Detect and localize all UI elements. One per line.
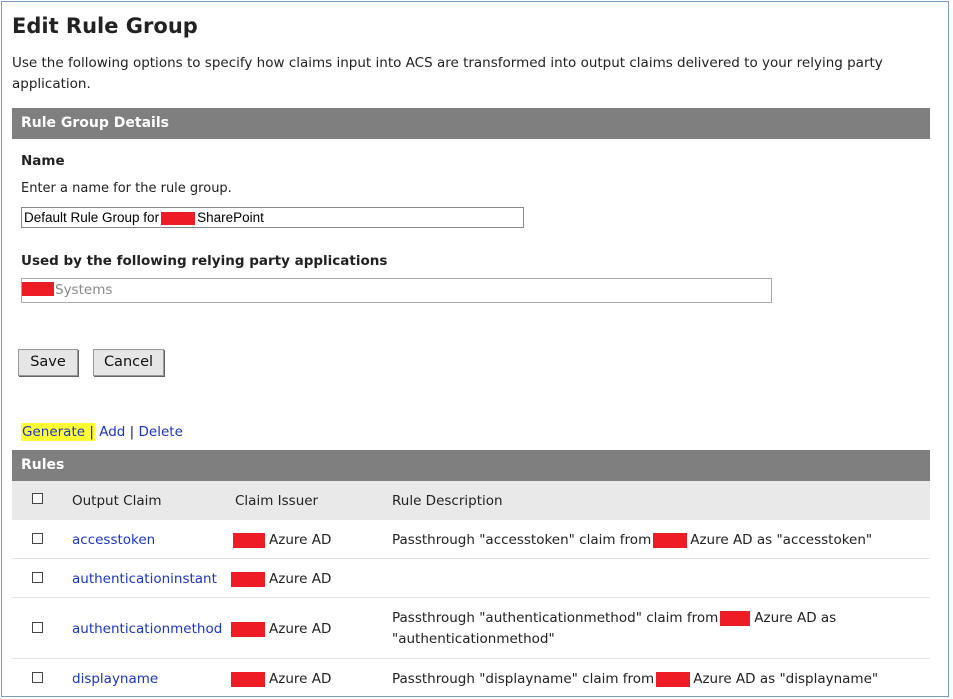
select-all-checkbox[interactable] xyxy=(32,493,43,504)
rule-actions: Generate | Add | Delete xyxy=(21,423,183,441)
cancel-button[interactable]: Cancel xyxy=(93,349,164,376)
name-hint: Enter a name for the rule group. xyxy=(21,181,232,196)
separator: | xyxy=(89,424,94,440)
issuer-text: Azure AD xyxy=(269,532,332,548)
desc-text: Azure AD as "accesstoken" xyxy=(690,532,873,548)
desc-text: Passthrough "accesstoken" claim from xyxy=(392,532,652,548)
page-intro: Use the following options to specify how… xyxy=(12,55,883,92)
table-row: authenticationmethod Azure AD Passthroug… xyxy=(12,598,930,659)
issuer-text: Azure AD xyxy=(269,571,332,587)
add-link[interactable]: Add xyxy=(99,424,125,440)
table-row: displayname Azure AD Passthrough "displa… xyxy=(12,659,930,696)
row-checkbox[interactable] xyxy=(32,572,43,583)
save-button[interactable]: Save xyxy=(18,349,78,376)
output-claim-link[interactable]: authenticationmethod xyxy=(72,621,222,637)
redacted-block xyxy=(720,610,751,626)
desc-text: Azure AD as "displayname" xyxy=(693,671,879,687)
output-claim-link[interactable]: authenticationinstant xyxy=(72,571,217,587)
claim-issuer: Azure AD xyxy=(231,671,331,687)
generate-link[interactable]: Generate xyxy=(22,424,85,440)
claim-issuer: Azure AD xyxy=(233,532,331,548)
delete-link[interactable]: Delete xyxy=(139,424,183,440)
redacted-block xyxy=(656,671,691,687)
rules-header: Rules xyxy=(12,450,930,481)
rules-table-header: Output Claim Claim Issuer Rule Descripti… xyxy=(12,481,930,520)
rule-group-name-input[interactable]: Default Rule Group for SharePoint xyxy=(21,207,524,228)
page-title: Edit Rule Group xyxy=(12,14,198,38)
redacted-block xyxy=(161,211,196,225)
rule-description: Passthrough "authenticationmethod" claim… xyxy=(392,608,836,650)
output-claim-link[interactable]: displayname xyxy=(72,671,158,687)
claim-issuer: Azure AD xyxy=(231,571,331,587)
rule-description: Passthrough "displayname" claim from Azur… xyxy=(392,671,878,687)
separator: | xyxy=(129,424,135,440)
desc-text-line2: "authenticationmethod" xyxy=(392,631,555,647)
redacted-block xyxy=(233,532,265,548)
desc-text: Passthrough "displayname" claim from xyxy=(392,671,655,687)
redacted-block xyxy=(231,571,265,587)
redacted-block xyxy=(231,671,265,687)
rule-group-details-header: Rule Group Details xyxy=(12,108,930,139)
column-rule-description: Rule Description xyxy=(392,493,503,509)
used-by-label: Used by the following relying party appl… xyxy=(21,253,388,269)
issuer-text: Azure AD xyxy=(269,671,332,687)
redacted-block xyxy=(231,621,265,637)
relying-party-field: Systems xyxy=(21,278,772,303)
desc-text: Passthrough "authenticationmethod" claim… xyxy=(392,610,719,626)
generate-link-highlight: Generate | xyxy=(21,423,95,441)
table-row: authenticationinstant Azure AD xyxy=(12,559,930,598)
redacted-block xyxy=(653,532,688,548)
page-frame: Edit Rule Group Use the following option… xyxy=(1,1,949,697)
row-checkbox[interactable] xyxy=(32,672,43,683)
row-checkbox[interactable] xyxy=(32,533,43,544)
claim-issuer: Azure AD xyxy=(231,621,331,637)
name-label: Name xyxy=(21,153,65,169)
column-claim-issuer: Claim Issuer xyxy=(235,493,319,509)
table-row: accesstoken Azure AD Passthrough "access… xyxy=(12,520,930,559)
name-value-prefix: Default Rule Group for xyxy=(24,210,160,225)
desc-text: Azure AD as xyxy=(754,610,837,626)
name-value-suffix: SharePoint xyxy=(197,210,264,225)
issuer-text: Azure AD xyxy=(269,621,332,637)
redacted-block xyxy=(22,282,54,296)
row-checkbox[interactable] xyxy=(32,622,43,633)
rule-description: Passthrough "accesstoken" claim from Azur… xyxy=(392,532,872,548)
column-output-claim: Output Claim xyxy=(72,493,162,509)
output-claim-link[interactable]: accesstoken xyxy=(72,532,155,548)
relying-party-value: Systems xyxy=(55,282,113,298)
